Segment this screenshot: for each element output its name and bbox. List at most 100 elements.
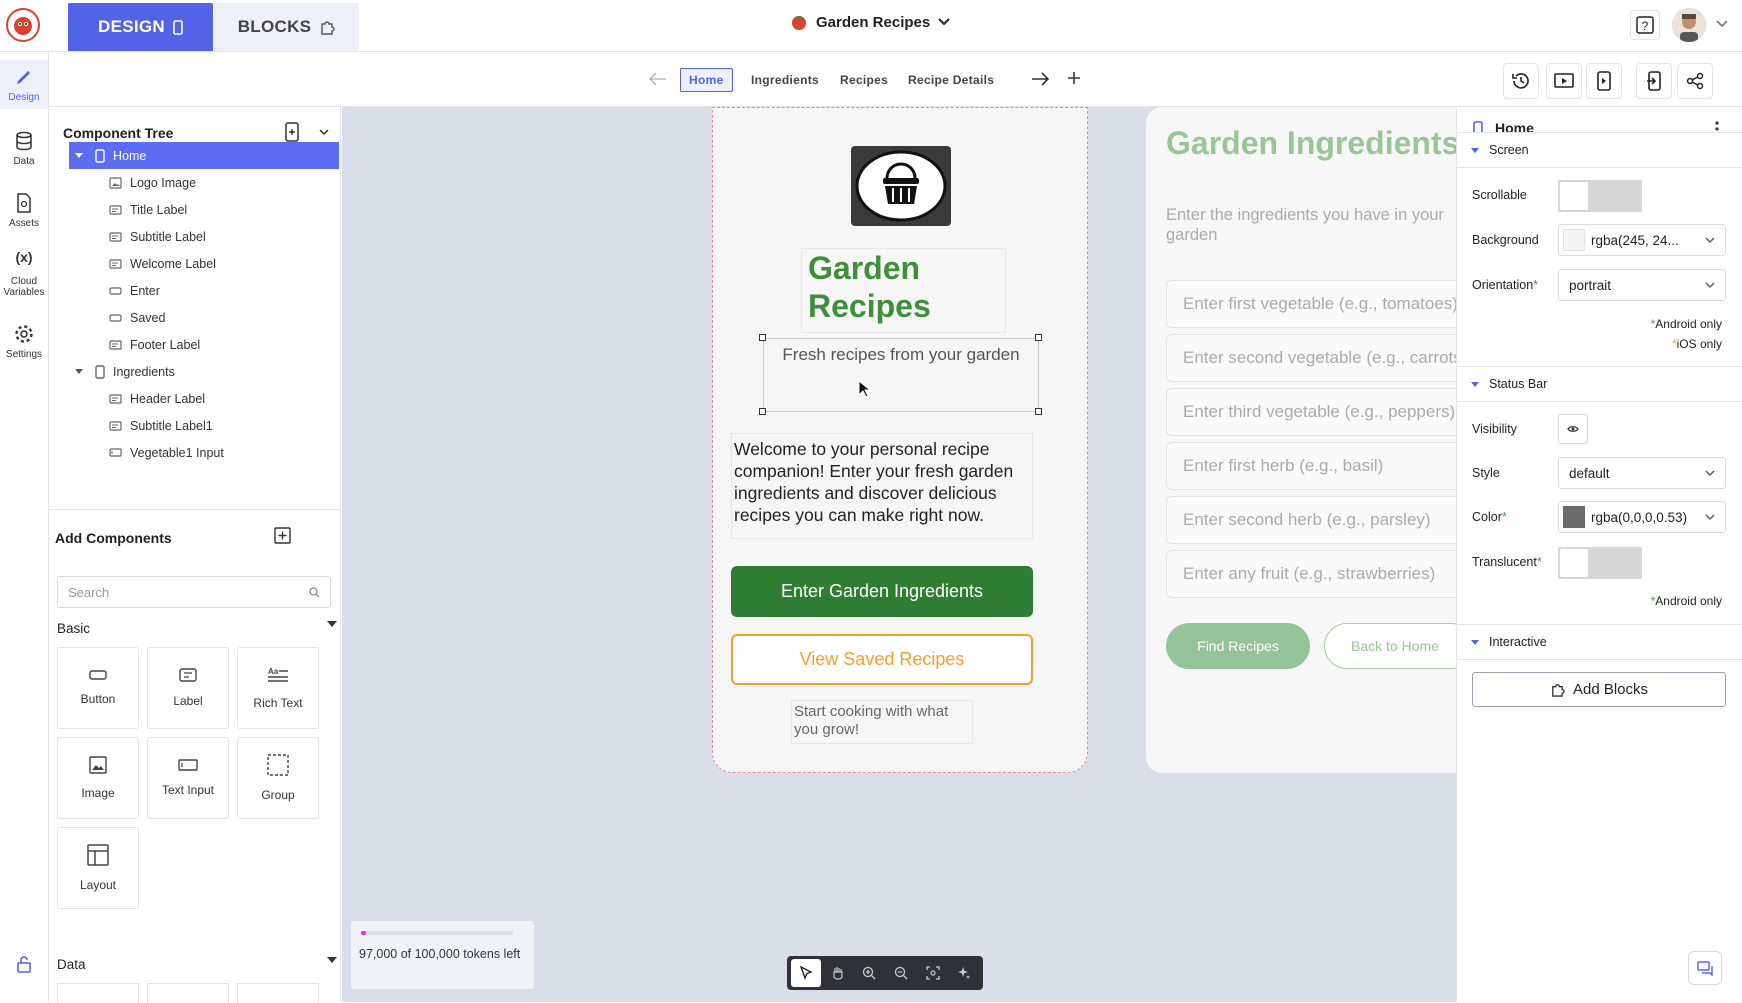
tree-row-welcome-label[interactable]: Welcome Label (69, 250, 339, 277)
label-icon (109, 258, 122, 269)
translucent-toggle[interactable] (1558, 547, 1642, 579)
interactive-section-header[interactable]: Interactive (1457, 624, 1742, 660)
ingredients-title[interactable]: Garden Ingredients (1166, 125, 1456, 162)
ingredients-subtitle[interactable]: Enter the ingredients you have in your g… (1166, 205, 1456, 245)
rail-settings[interactable]: Settings (0, 323, 48, 360)
add-blocks-button[interactable]: Add Blocks (1472, 672, 1726, 707)
data-tile[interactable] (237, 983, 319, 1003)
caret-down-icon[interactable] (75, 153, 83, 158)
rail-data[interactable]: Data (0, 130, 48, 167)
tile-label[interactable]: Label (147, 647, 229, 729)
style-select[interactable]: default (1558, 457, 1726, 489)
tree-row-home[interactable]: Home (69, 142, 339, 169)
app-logo[interactable] (6, 8, 40, 42)
zoom-out-button[interactable] (886, 959, 916, 987)
page-tab-recipe-details[interactable]: Recipe Details (900, 68, 1002, 92)
chat-button[interactable] (1688, 951, 1722, 985)
add-page-icon[interactable] (1067, 71, 1081, 85)
color-select[interactable]: rgba(0,0,0,0.53) (1558, 501, 1726, 533)
vegetable1-input[interactable]: Enter first vegetable (e.g., tomatoes) (1166, 280, 1456, 328)
device-preview-button[interactable] (1586, 63, 1622, 99)
tile-button[interactable]: Button (57, 647, 139, 729)
export-button[interactable] (1636, 63, 1672, 99)
find-recipes-button[interactable]: Find Recipes (1166, 623, 1310, 669)
add-screen-icon[interactable] (285, 122, 299, 142)
ai-magic-button[interactable] (949, 959, 979, 987)
design-canvas[interactable]: Garden Recipes Fresh recipes from your g… (342, 107, 1456, 1002)
tile-rich-text[interactable]: Aa Rich Text (237, 647, 319, 729)
selection-handle[interactable] (759, 408, 766, 415)
selection-handle[interactable] (759, 334, 766, 341)
tab-design-label: DESIGN (98, 17, 165, 36)
page-tab-label: Recipes (840, 73, 889, 87)
tree-row-logo-image[interactable]: Logo Image (69, 169, 339, 196)
pan-tool-button[interactable] (823, 959, 853, 987)
tree-row-subtitle-label[interactable]: Subtitle Label (69, 223, 339, 250)
help-button[interactable]: ? (1630, 10, 1660, 40)
tree-row-vegetable1-input[interactable]: Vegetable1 Input (69, 439, 339, 466)
screen-section-header[interactable]: Screen (1457, 132, 1742, 168)
ingredients-screen-preview[interactable]: Garden Ingredients Enter the ingredients… (1146, 107, 1456, 773)
scrollable-toggle[interactable] (1558, 180, 1642, 212)
herb1-input[interactable]: Enter first herb (e.g., basil) (1166, 442, 1456, 490)
enter-ingredients-button[interactable]: Enter Garden Ingredients (731, 566, 1033, 617)
tile-text-input[interactable]: Text Input (147, 737, 229, 819)
tree-row-subtitle-label1[interactable]: Subtitle Label1 (69, 412, 339, 439)
footer-label[interactable]: Start cooking with what you grow! (791, 700, 973, 744)
home-screen-preview[interactable]: Garden Recipes Fresh recipes from your g… (712, 107, 1088, 773)
status-bar-section-header[interactable]: Status Bar (1457, 366, 1742, 402)
rail-cloud-variables[interactable]: (x) Cloud Variables (0, 250, 48, 298)
caret-down-icon[interactable] (75, 369, 83, 374)
visibility-toggle[interactable] (1558, 414, 1588, 444)
fit-screen-button[interactable] (918, 959, 948, 987)
data-tile[interactable] (57, 983, 139, 1003)
tile-layout[interactable]: Layout (57, 827, 139, 909)
rail-assets[interactable]: Assets (0, 192, 48, 229)
add-square-icon[interactable] (274, 527, 291, 544)
component-search-input[interactable]: Search (57, 576, 331, 608)
title-label[interactable]: Garden Recipes (801, 248, 1006, 333)
tab-blocks[interactable]: BLOCKS (214, 3, 359, 51)
data-section-header[interactable]: Data (57, 957, 337, 972)
tile-image[interactable]: Image (57, 737, 139, 819)
back-arrow-icon[interactable] (649, 72, 667, 86)
select-tool-button[interactable] (791, 959, 821, 987)
subtitle-label[interactable]: Fresh recipes from your garden (763, 338, 1039, 412)
account-chevron-icon[interactable] (1716, 20, 1728, 28)
lock-button[interactable] (0, 954, 48, 974)
tree-row-header-label[interactable]: Header Label (69, 385, 339, 412)
tree-row-footer-label[interactable]: Footer Label (69, 331, 339, 358)
forward-arrow-icon[interactable] (1031, 72, 1049, 86)
zoom-in-button[interactable] (854, 959, 884, 987)
rail-design[interactable]: Design (0, 60, 48, 109)
chevron-down-icon[interactable] (319, 129, 329, 136)
history-button[interactable] (1503, 63, 1539, 99)
page-tab-recipes[interactable]: Recipes (832, 68, 896, 92)
tab-design[interactable]: DESIGN (68, 3, 213, 51)
selection-handle[interactable] (1035, 408, 1042, 415)
background-color-select[interactable]: rgba(245, 24... (1558, 224, 1726, 256)
data-tile[interactable] (147, 983, 229, 1003)
herb2-input[interactable]: Enter second herb (e.g., parsley) (1166, 496, 1456, 544)
tree-row-title-label[interactable]: Title Label (69, 196, 339, 223)
vegetable3-input[interactable]: Enter third vegetable (e.g., peppers) (1166, 388, 1456, 436)
tree-row-enter[interactable]: Enter (69, 277, 339, 304)
basic-section-header[interactable]: Basic (57, 621, 337, 636)
preview-button[interactable] (1546, 63, 1582, 99)
orientation-select[interactable]: portrait (1558, 269, 1726, 301)
page-tab-ingredients[interactable]: Ingredients (743, 68, 827, 92)
view-saved-button[interactable]: View Saved Recipes (731, 634, 1033, 685)
avatar[interactable] (1672, 8, 1706, 42)
back-home-button[interactable]: Back to Home (1324, 623, 1456, 669)
page-tab-home[interactable]: Home (680, 68, 733, 92)
selection-handle[interactable] (1035, 334, 1042, 341)
welcome-label[interactable]: Welcome to your personal recipe companio… (731, 433, 1033, 539)
share-button[interactable] (1677, 63, 1713, 99)
vegetable2-input[interactable]: Enter second vegetable (e.g., carrots) (1166, 334, 1456, 382)
project-selector[interactable]: Garden Recipes (790, 13, 950, 31)
tree-row-ingredients[interactable]: Ingredients (69, 358, 339, 385)
fruit-input[interactable]: Enter any fruit (e.g., strawberries) (1166, 550, 1456, 598)
tree-row-saved[interactable]: Saved (69, 304, 339, 331)
logo-image[interactable] (851, 146, 951, 226)
tile-group[interactable]: Group (237, 737, 319, 819)
